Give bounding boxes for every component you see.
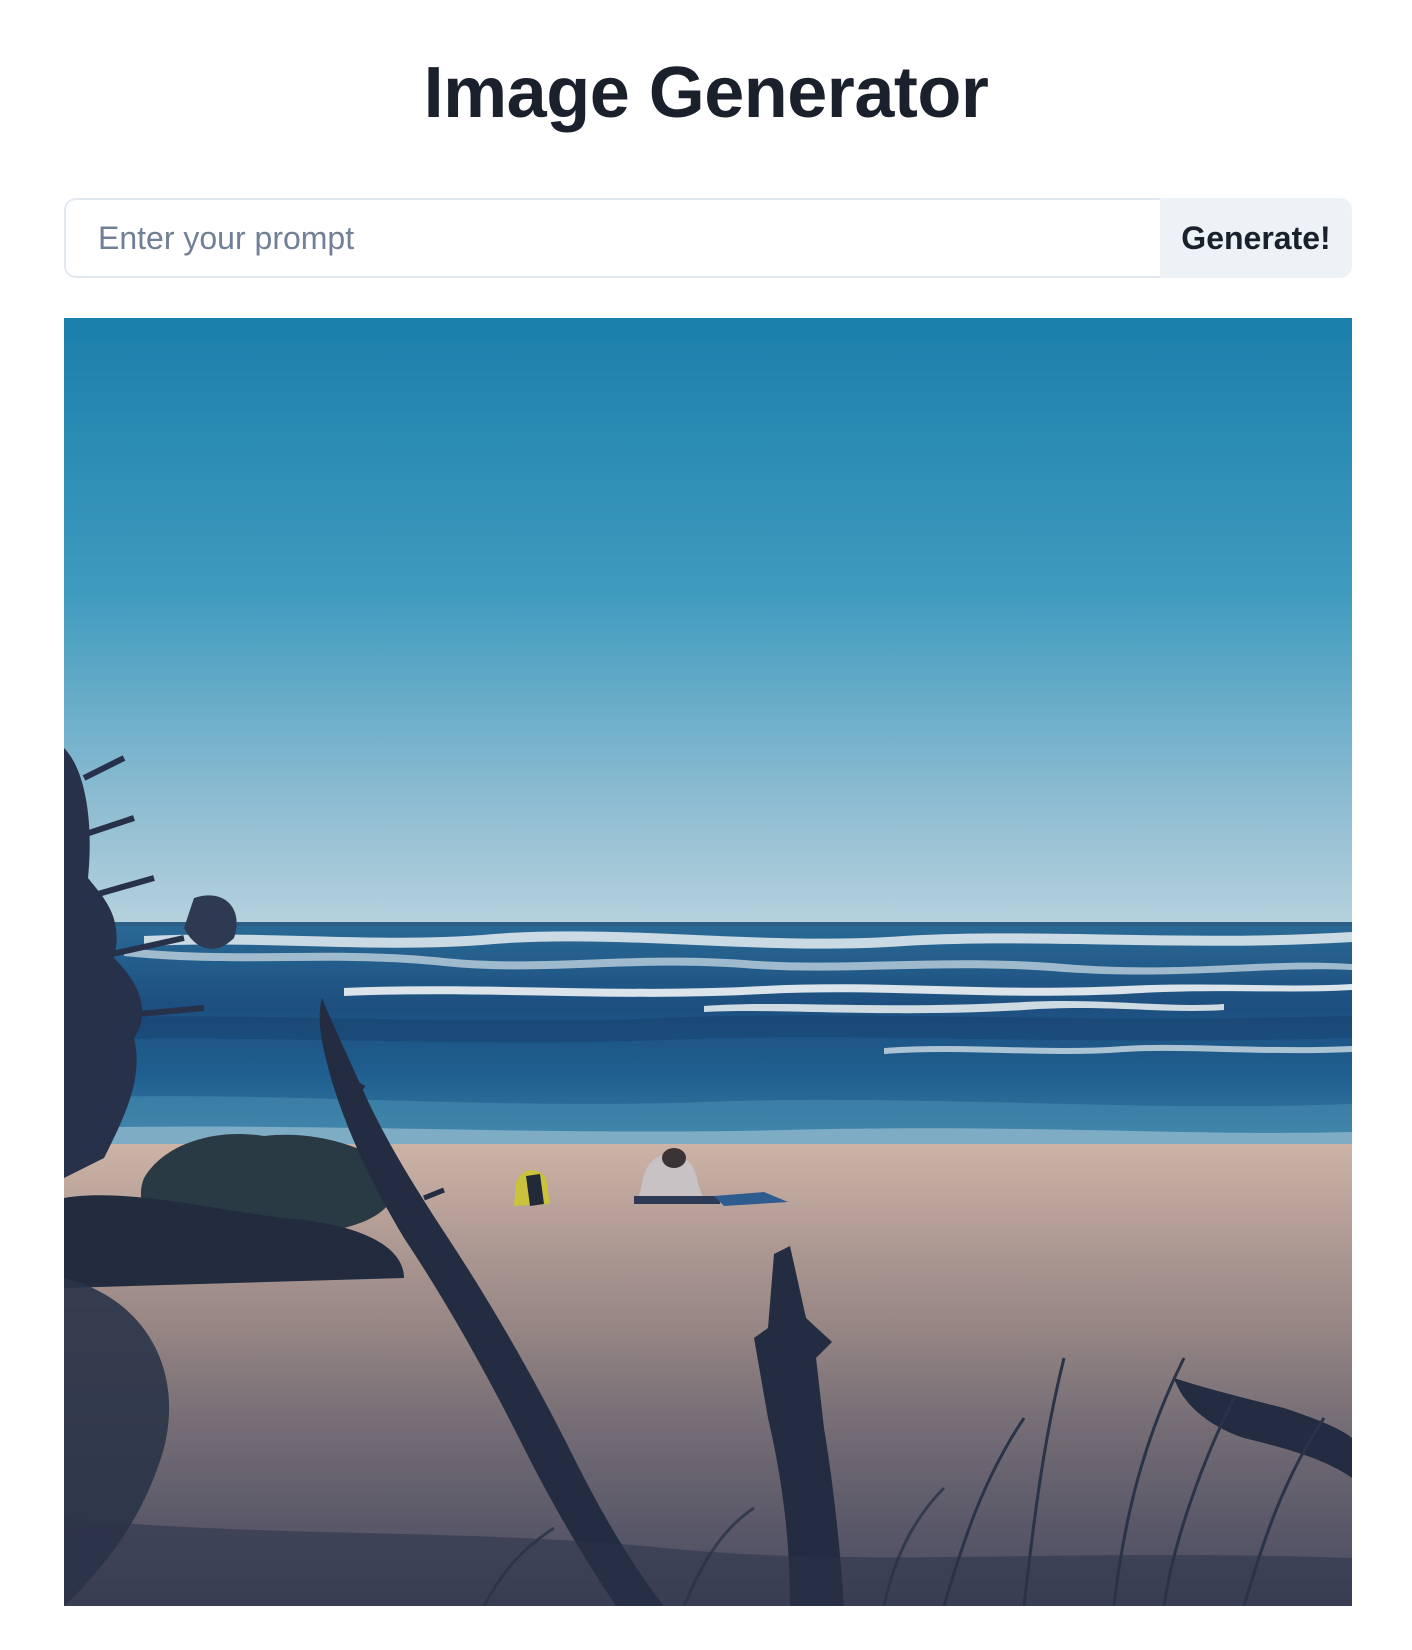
generated-image (64, 318, 1352, 1606)
beach-scene-image (64, 318, 1352, 1606)
prompt-input[interactable] (64, 198, 1160, 278)
image-generator-page: Image Generator Generate! (0, 0, 1412, 1650)
prompt-form: Generate! (64, 198, 1352, 278)
generate-button[interactable]: Generate! (1160, 198, 1352, 278)
page-title: Image Generator (423, 53, 989, 133)
